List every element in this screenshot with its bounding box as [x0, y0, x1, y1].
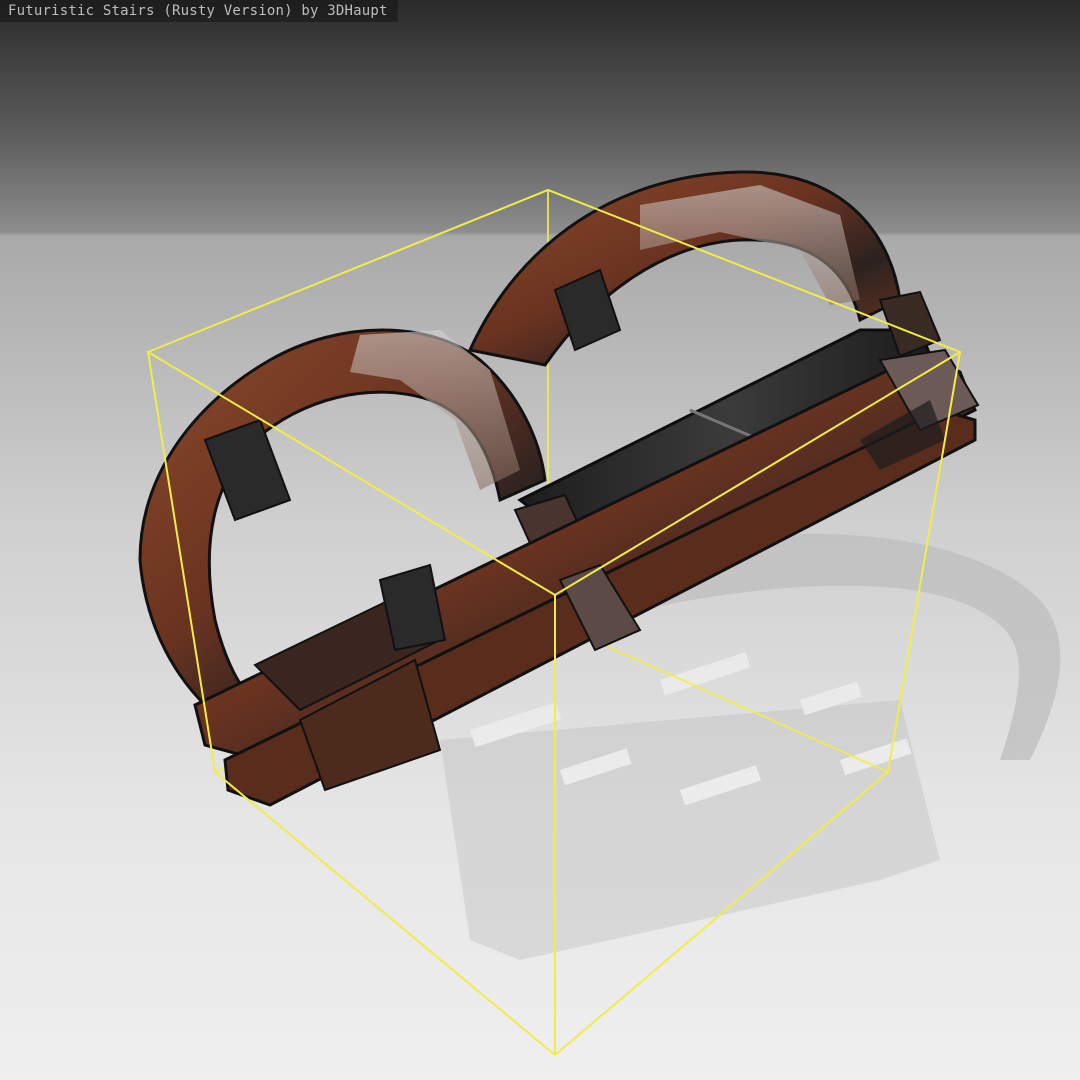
model-viewport[interactable]: Futuristic Stairs (Rusty Version) by 3DH… — [0, 0, 1080, 1080]
3d-scene[interactable] — [0, 0, 1080, 1080]
rear-arch — [467, 170, 902, 367]
model-title: Futuristic Stairs (Rusty Version) by 3DH… — [0, 0, 398, 22]
